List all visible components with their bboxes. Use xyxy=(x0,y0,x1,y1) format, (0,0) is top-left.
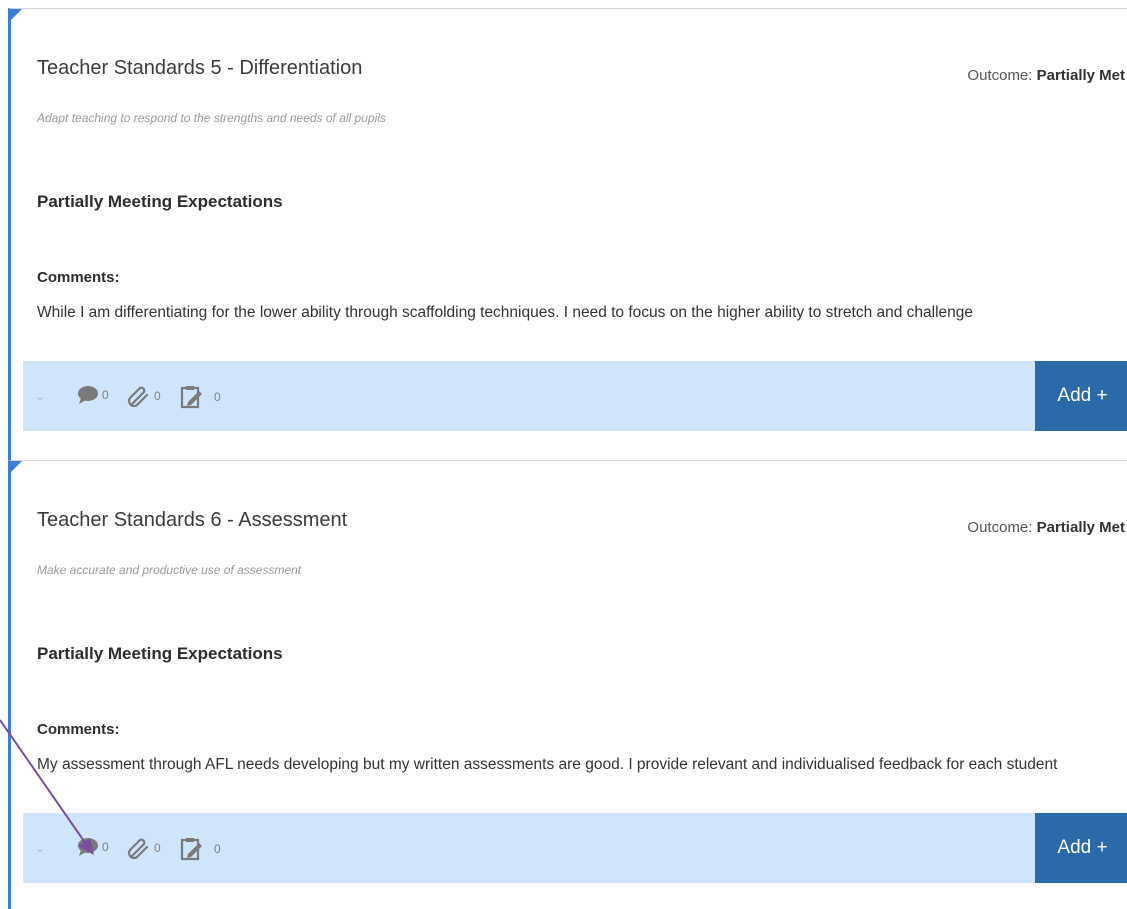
clipboard-edit-icon xyxy=(180,838,202,861)
evidence-stat[interactable]: 0 xyxy=(179,385,221,409)
outcome: Outcome: Partially Met xyxy=(967,519,1125,536)
comments-label: Comments: xyxy=(37,721,120,738)
chevron-down-icon[interactable]: ⌄ xyxy=(35,389,45,403)
comments-stat[interactable]: 0 xyxy=(77,385,109,405)
comments-label: Comments: xyxy=(37,269,120,286)
standard-description: Make accurate and productive use of asse… xyxy=(37,563,302,577)
expectation-level: Partially Meeting Expectations xyxy=(37,192,283,211)
attachments-stat[interactable]: 0 xyxy=(127,837,161,859)
paperclip-icon xyxy=(127,386,149,407)
comments-count: 0 xyxy=(102,388,109,402)
comments-stat[interactable]: 0 xyxy=(77,837,109,857)
add-button[interactable]: Add + xyxy=(1035,813,1127,883)
comments-text: My assessment through AFL needs developi… xyxy=(37,756,1058,773)
expectation-level: Partially Meeting Expectations xyxy=(37,644,283,663)
paperclip-icon xyxy=(127,838,149,859)
comment-icon xyxy=(78,838,98,856)
outcome-value: Partially Met xyxy=(1036,67,1125,84)
outcome-label: Outcome: xyxy=(967,519,1033,536)
outcome-label: Outcome: xyxy=(967,67,1033,84)
card-corner-marker xyxy=(11,461,22,472)
actions-bar: ⌄ 0 0 0 Add + xyxy=(23,813,1127,883)
card-corner-marker xyxy=(11,9,22,20)
clipboard-edit-icon xyxy=(180,386,202,409)
attachments-count: 0 xyxy=(154,389,161,403)
standard-card: Teacher Standards 6 - Assessment Outcome… xyxy=(8,460,1127,909)
add-button[interactable]: Add + xyxy=(1035,361,1127,431)
actions-bar: ⌄ 0 0 0 Add + xyxy=(23,361,1127,431)
evidence-count: 0 xyxy=(214,390,221,404)
attachments-stat[interactable]: 0 xyxy=(127,385,161,407)
comments-text: While I am differentiating for the lower… xyxy=(37,304,974,321)
chevron-down-icon[interactable]: ⌄ xyxy=(35,841,45,855)
comments-count: 0 xyxy=(102,840,109,854)
outcome-value: Partially Met xyxy=(1036,519,1125,536)
standard-title: Teacher Standards 6 - Assessment xyxy=(37,509,348,531)
attachments-count: 0 xyxy=(154,841,161,855)
standard-description: Adapt teaching to respond to the strengt… xyxy=(37,111,386,125)
evidence-stat[interactable]: 0 xyxy=(179,837,221,861)
outcome: Outcome: Partially Met xyxy=(967,67,1125,84)
standard-title: Teacher Standards 5 - Differentiation xyxy=(37,57,363,79)
comment-icon xyxy=(78,386,98,404)
evidence-count: 0 xyxy=(214,842,221,856)
standard-card: Teacher Standards 5 - Differentiation Ou… xyxy=(8,8,1127,460)
